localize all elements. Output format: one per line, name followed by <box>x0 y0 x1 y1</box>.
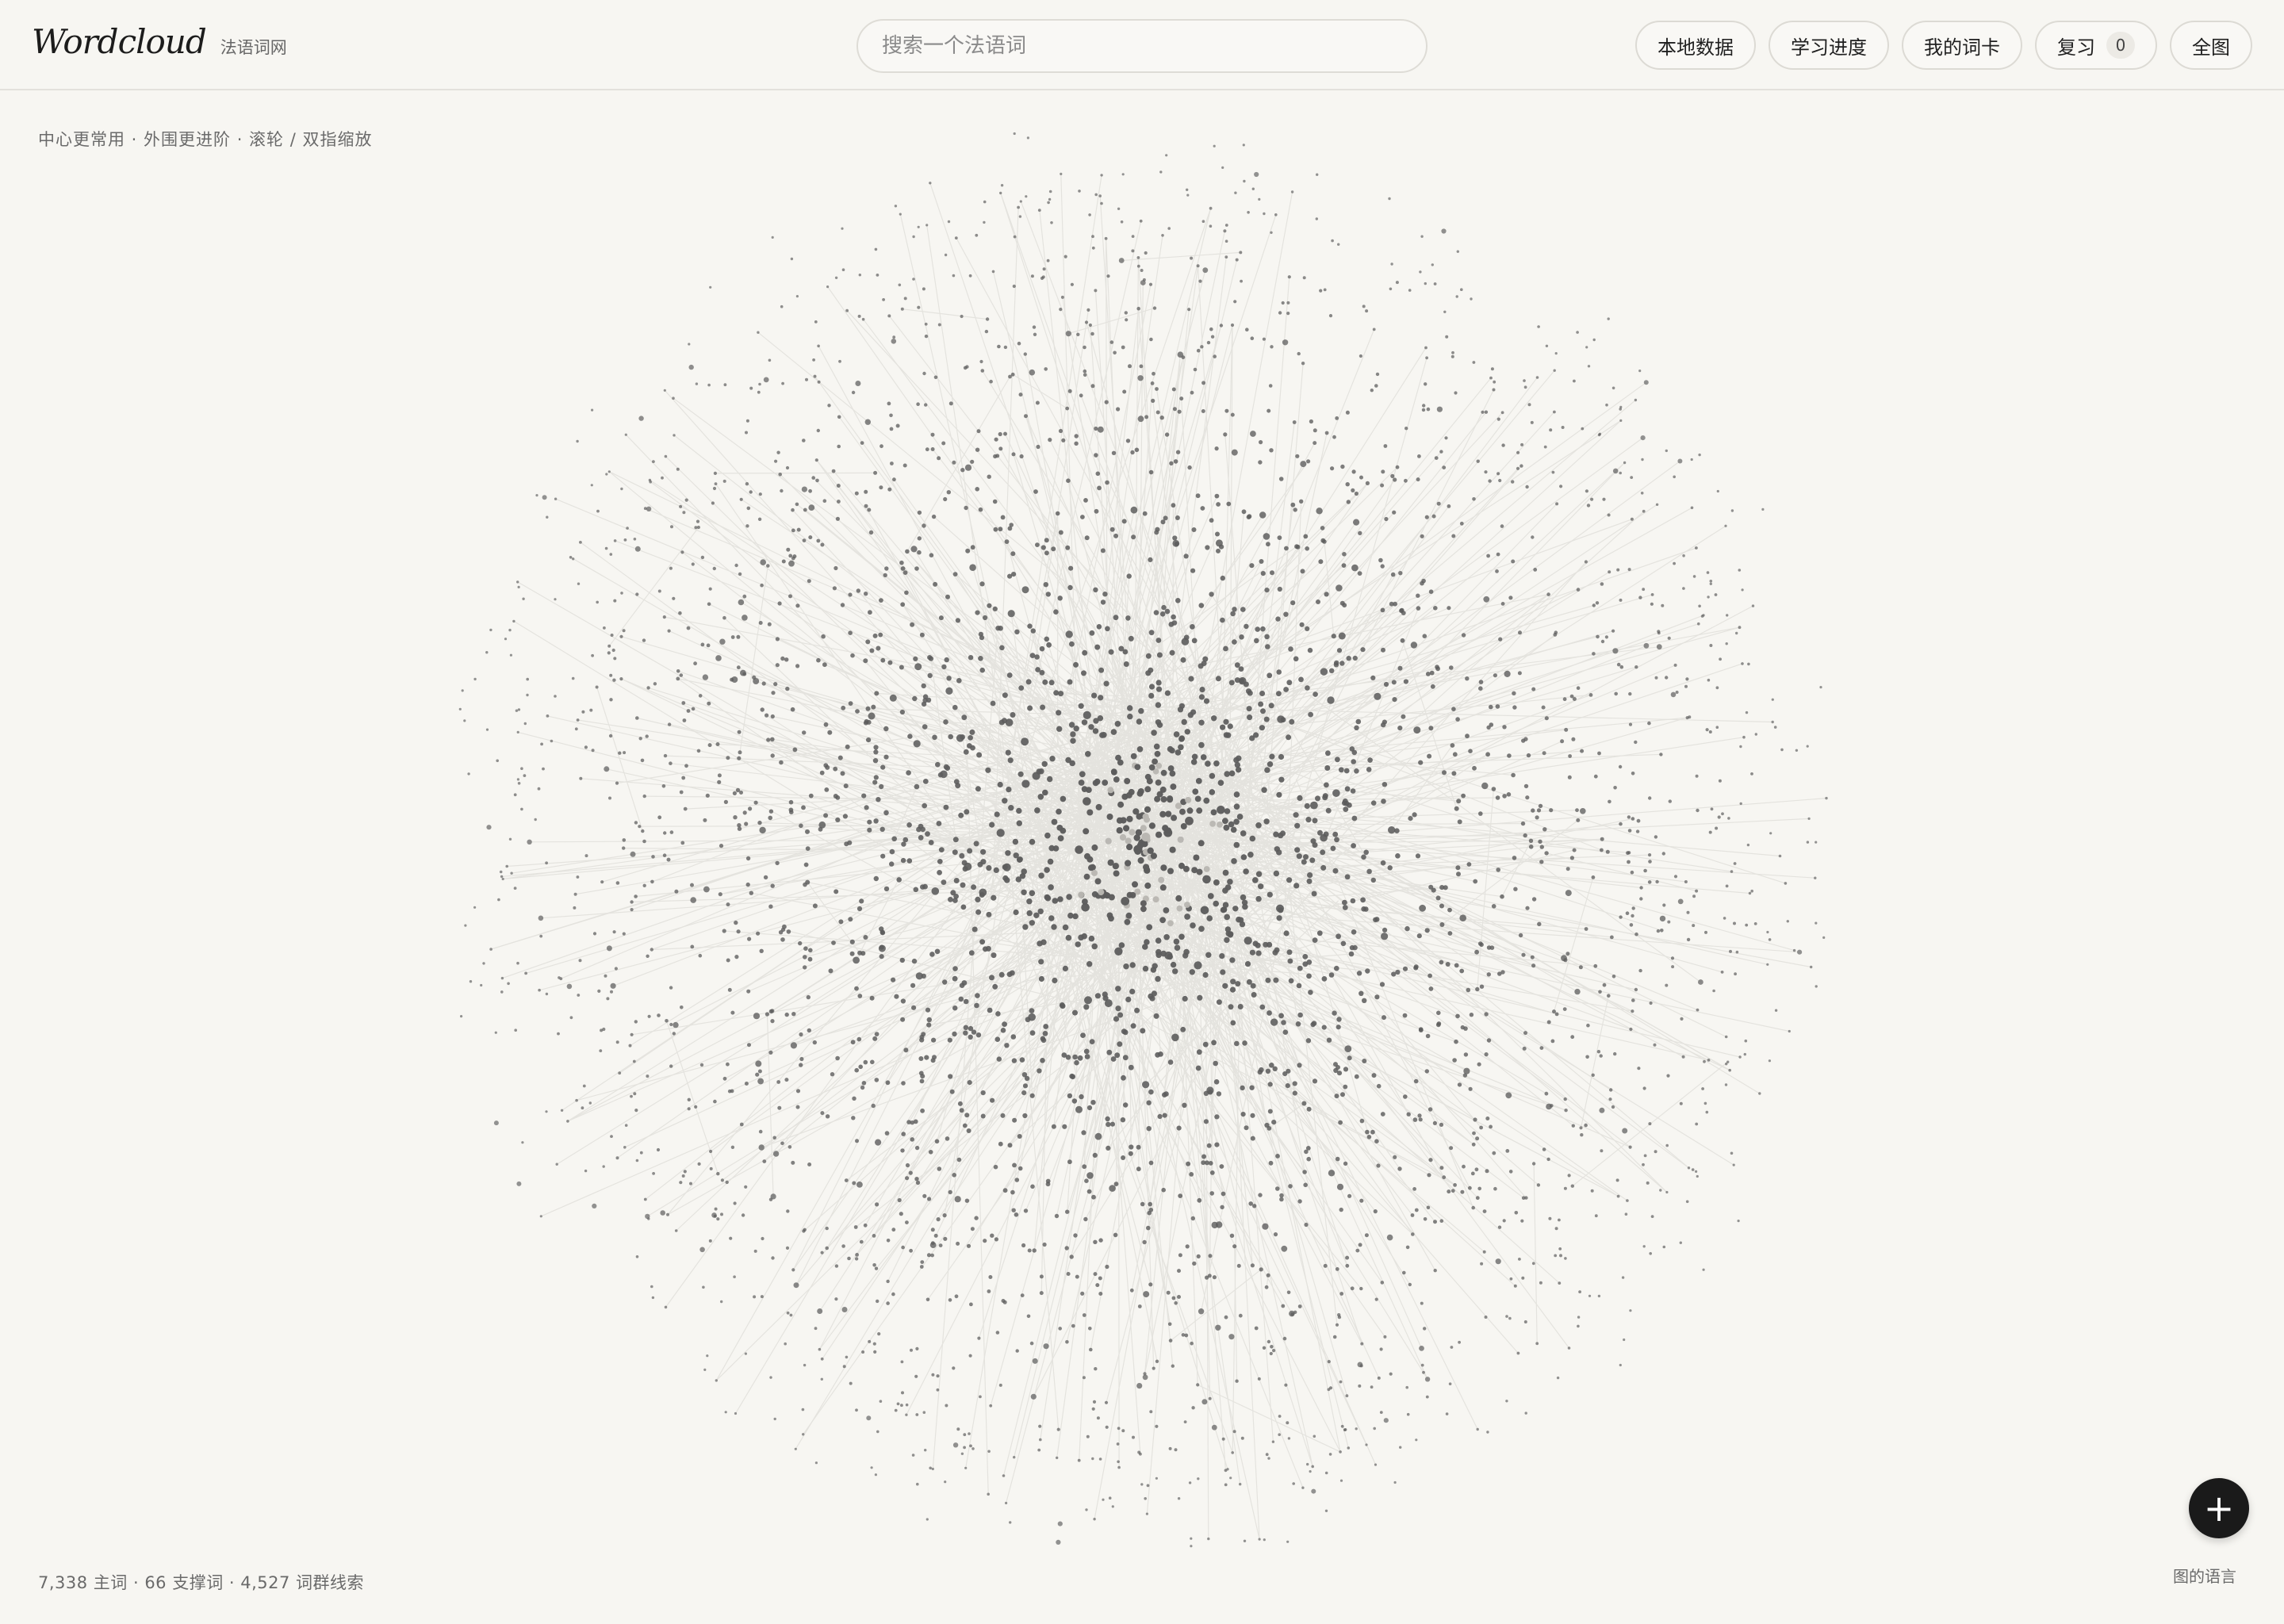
progress-button[interactable]: 学习进度 <box>1769 21 1889 70</box>
graph-edges <box>490 174 1827 1540</box>
word-network-graph[interactable] <box>0 90 2284 1624</box>
full-graph-button[interactable]: 全图 <box>2170 21 2252 70</box>
my-cards-label: 我的词卡 <box>1924 36 2000 59</box>
search-input[interactable] <box>880 33 1404 59</box>
my-cards-button[interactable]: 我的词卡 <box>1902 21 2022 70</box>
brand[interactable]: Wordcloud 法语词网 <box>32 22 287 61</box>
app-subtitle: 法语词网 <box>220 38 287 57</box>
local-data-button[interactable]: 本地数据 <box>1635 21 1756 70</box>
top-bar: Wordcloud 法语词网 本地数据 学习进度 我的词卡 复习 0 全图 <box>0 0 2284 90</box>
progress-label: 学习进度 <box>1791 36 1867 59</box>
full-graph-label: 全图 <box>2192 36 2230 59</box>
local-data-label: 本地数据 <box>1657 36 1734 59</box>
top-nav: 本地数据 学习进度 我的词卡 复习 0 全图 <box>1635 21 2252 70</box>
review-button[interactable]: 复习 0 <box>2035 21 2157 70</box>
review-label: 复习 <box>2057 36 2095 59</box>
search-box[interactable] <box>856 19 1428 73</box>
app-logo[interactable]: Wordcloud <box>32 22 207 61</box>
graph-stats: 7,338 主词 · 66 支撑词 · 4,527 词群线索 <box>38 1573 365 1592</box>
plus-icon: + <box>2203 1487 2235 1530</box>
add-button[interactable]: + <box>2189 1478 2249 1538</box>
review-count-badge: 0 <box>2106 32 2135 59</box>
graph-legend-link[interactable]: 图的语言 <box>2173 1564 2236 1587</box>
